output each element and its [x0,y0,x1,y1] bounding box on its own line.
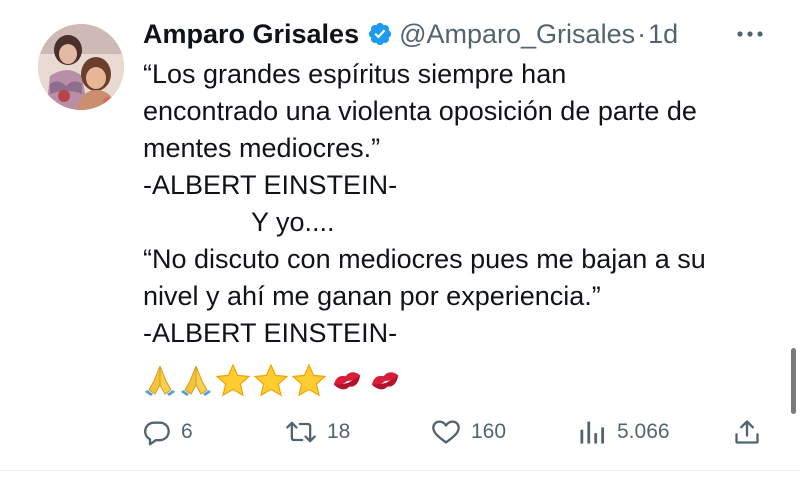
like-button[interactable]: 160 [431,412,506,452]
share-icon [735,420,759,444]
tweet-text-line: mentes mediocres.” [143,133,381,163]
tweet[interactable]: Amparo Grisales @Amparo_Grisales · 1d “L… [0,0,800,486]
views-button[interactable]: 5.066 [577,412,670,452]
author-name[interactable]: Amparo Grisales [143,14,359,54]
tweet-text-line: “Los grandes espíritus siempre han [143,59,567,89]
tweet-text-line: “No discuto con mediocres pues me bajan … [143,244,706,274]
views-count: 5.066 [617,420,670,443]
like-count: 160 [471,420,507,443]
star-icon [253,363,289,397]
retweet-icon [286,421,316,443]
author-handle[interactable]: @Amparo_Grisales [399,14,635,54]
tweet-text: “Los grandes espíritus siempre han encon… [143,56,783,352]
tweet-actions: 6 18 160 5.066 [143,412,763,452]
more-horizontal-icon[interactable] [734,22,766,46]
share-button[interactable] [733,412,771,452]
profile-photo-icon [38,24,124,110]
divider [0,470,800,471]
views-chart-icon [580,421,604,444]
verified-badge-icon [368,22,392,46]
retweet-button[interactable]: 18 [285,412,350,452]
reply-button[interactable]: 6 [143,412,193,452]
heart-icon [432,420,460,444]
tweet-text-line: Y yo.... [251,207,335,237]
star-icon [291,363,327,397]
emoji-row [143,362,403,398]
kiss-mark-icon [371,372,399,390]
folded-hands-icon [145,365,175,396]
reply-icon [144,421,170,446]
tweet-text-line: encontrado una violenta oposición de par… [143,96,697,126]
scrollbar-thumb[interactable] [791,348,796,414]
tweet-header: Amparo Grisales @Amparo_Grisales · 1d [143,14,678,54]
star-icon [215,363,251,397]
reply-count: 6 [181,420,193,443]
kiss-mark-icon [333,372,361,390]
tweet-time[interactable]: 1d [648,14,678,54]
avatar[interactable] [38,24,124,110]
tweet-text-line: -ALBERT EINSTEIN- [143,170,398,200]
tweet-text-line: nivel y ahí me ganan por experiencia.” [143,281,601,311]
retweet-count: 18 [327,420,351,443]
separator-dot: · [637,19,647,49]
tweet-text-line: -ALBERT EINSTEIN- [143,318,398,348]
folded-hands-icon [181,365,211,396]
